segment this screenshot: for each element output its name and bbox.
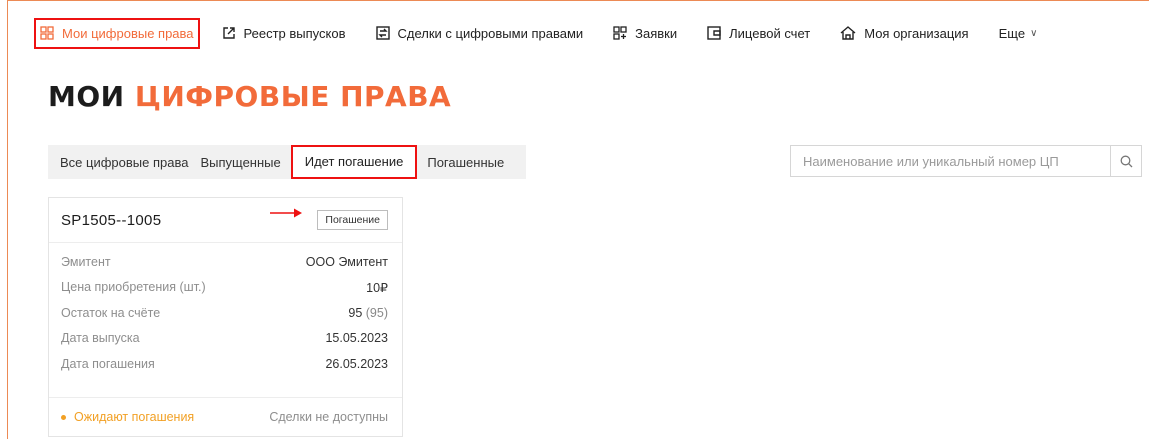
- filter-tabs: Все цифровые права Выпущенные Идет погаш…: [48, 145, 526, 179]
- chevron-down-icon: ∨: [1030, 27, 1038, 39]
- detail-label: Эмитент: [61, 254, 111, 269]
- detail-value: 15.05.2023: [325, 331, 388, 346]
- detail-row-issue-date: Дата выпуска 15.05.2023: [61, 326, 388, 352]
- digital-right-card[interactable]: SP1505--1005 Погашение Эмитент ООО Эмите…: [48, 197, 403, 437]
- tab-redeemed[interactable]: Погашенные: [421, 155, 510, 170]
- detail-label: Дата выпуска: [61, 331, 140, 346]
- nav-item-my-organization[interactable]: Моя организация: [840, 25, 969, 41]
- page-title-part2: ЦИФРОВЫЕ ПРАВА: [134, 80, 452, 113]
- detail-label: Цена приобретения (шт.): [61, 280, 206, 295]
- top-nav: Мои цифровые права Реестр выпусков Сделк…: [34, 17, 1038, 49]
- wallet-icon: [707, 26, 721, 40]
- home-icon: [840, 26, 856, 40]
- detail-row-issuer: Эмитент ООО Эмитент: [61, 249, 388, 275]
- search-input[interactable]: [791, 146, 1110, 176]
- detail-value-extra: (95): [365, 305, 388, 320]
- detail-value: 26.05.2023: [325, 356, 388, 371]
- tab-redeeming[interactable]: Идет погашение: [290, 145, 418, 179]
- detail-row-redemption-date: Дата погашения 26.05.2023: [61, 351, 388, 377]
- nav-item-requests[interactable]: Заявки: [613, 26, 677, 41]
- search-button[interactable]: [1110, 146, 1141, 176]
- detail-value: 95: [348, 305, 363, 320]
- page-title: МОИ ЦИФРОВЫЕ ПРАВА: [48, 80, 451, 113]
- nav-more-label: Еще: [998, 25, 1026, 41]
- tab-issued[interactable]: Выпущенные: [194, 155, 286, 170]
- nav-more-dropdown[interactable]: Еще ∨: [999, 26, 1038, 41]
- page-title-part1: МОИ: [48, 80, 125, 113]
- detail-label: Дата погашения: [61, 356, 155, 371]
- apps-plus-icon: [613, 26, 627, 40]
- card-id: SP1505--1005: [61, 211, 162, 229]
- card-header: SP1505--1005 Погашение: [49, 198, 402, 243]
- card-footer: Ожидают погашения Сделки не доступны: [49, 397, 402, 436]
- grid-icon: [40, 26, 54, 40]
- deals-status: Сделки не доступны: [269, 410, 388, 424]
- nav-item-deals[interactable]: Сделки с цифровыми правами: [375, 25, 584, 41]
- nav-item-my-digital-rights[interactable]: Мои цифровые права: [34, 17, 200, 49]
- detail-value-wrap: 95 (95): [348, 306, 388, 320]
- search-icon: [1120, 155, 1132, 167]
- nav-item-label: Моя организация: [864, 25, 969, 41]
- status-dot-icon: [61, 414, 66, 420]
- nav-item-label: Реестр выпусков: [243, 25, 346, 41]
- arrow-right-icon: [270, 208, 302, 218]
- status-badge: Погашение: [317, 210, 388, 230]
- detail-value: 10₽: [366, 280, 388, 295]
- tab-all[interactable]: Все цифровые права: [48, 155, 194, 170]
- detail-label: Остаток на счёте: [61, 305, 161, 320]
- external-link-icon: [222, 27, 235, 39]
- detail-row-price: Цена приобретения (шт.) 10₽: [61, 275, 388, 301]
- nav-item-label: Заявки: [635, 25, 678, 41]
- nav-item-personal-account[interactable]: Лицевой счет: [707, 26, 810, 41]
- nav-item-label: Лицевой счет: [729, 25, 811, 41]
- status-indicator: Ожидают погашения: [61, 410, 194, 424]
- nav-item-issue-registry[interactable]: Реестр выпусков: [222, 26, 346, 41]
- search-box: [790, 145, 1142, 177]
- nav-item-label: Сделки с цифровыми правами: [397, 25, 584, 41]
- detail-value: ООО Эмитент: [305, 254, 388, 269]
- nav-item-label: Мои цифровые права: [62, 25, 194, 41]
- status-text: Ожидают погашения: [74, 410, 195, 424]
- card-details: Эмитент ООО Эмитент Цена приобретения (ш…: [49, 243, 402, 377]
- exchange-icon: [375, 26, 390, 40]
- detail-row-balance: Остаток на счёте 95 (95): [61, 300, 388, 326]
